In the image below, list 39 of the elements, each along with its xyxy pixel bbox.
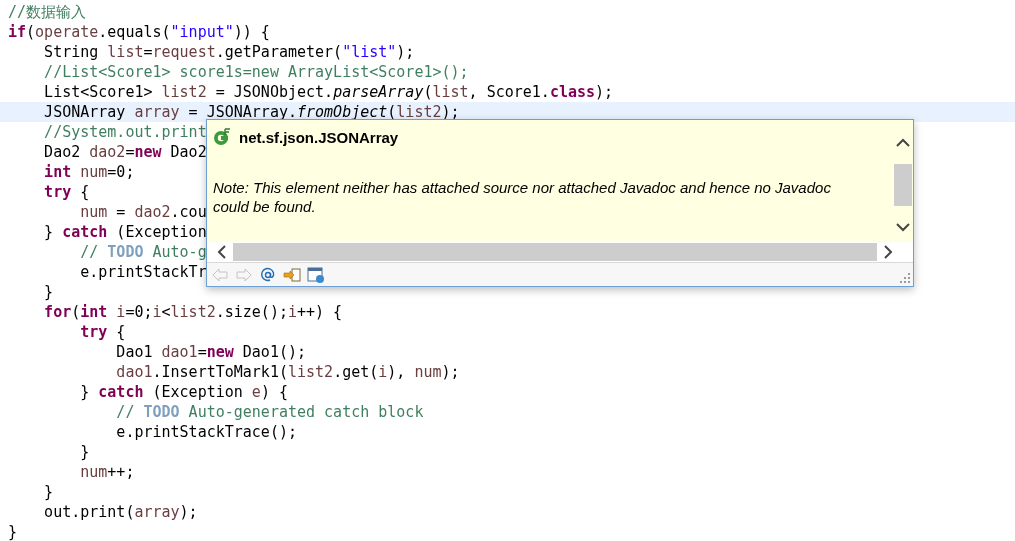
- code-line: if(operate.equals("input")) {: [7, 22, 270, 42]
- browser-window-icon[interactable]: [307, 265, 325, 284]
- code-line: }: [7, 522, 18, 541]
- code-line: } catch (Exception: [43, 222, 207, 242]
- code-line: // TODO Auto-generated catch block: [115, 402, 424, 422]
- code-line: // TODO Auto-g: [79, 242, 207, 262]
- code-line: //数据输入: [7, 2, 87, 22]
- horizontal-scrollbar[interactable]: [207, 242, 913, 262]
- javadoc-note: Note: This element neither has attached source nor attached Javadoc and hence no Javadoc could be found.: [213, 178, 832, 216]
- code-line: Dao1 dao1=new Dao1();: [115, 342, 307, 362]
- code-line: Dao2 dao2=new Dao2: [43, 142, 207, 162]
- code-line: } catch (Exception e) {: [79, 382, 288, 402]
- class-icon: [213, 128, 231, 146]
- at-sign-icon[interactable]: [259, 265, 277, 284]
- code-line: dao1.InsertToMark1(list2.get(i), num);: [115, 362, 460, 382]
- code-line: }: [43, 282, 54, 302]
- scroll-left-icon[interactable]: [217, 245, 227, 259]
- popup-title: net.sf.json.JSONArray: [239, 128, 399, 146]
- code-line: }: [43, 482, 54, 502]
- scroll-down-icon[interactable]: [896, 222, 910, 232]
- vertical-scrollbar[interactable]: [893, 120, 913, 242]
- code-line: for(int i=0;i<list2.size();i++) {: [43, 302, 343, 322]
- code-line: //System.out.print: [43, 122, 207, 142]
- code-line: }: [79, 442, 90, 462]
- code-line: e.printStackTr: [79, 262, 207, 282]
- code-line: e.printStackTrace();: [115, 422, 297, 442]
- code-line: List<Score1> list2 = JSONObject.parseArray(list, Score1.class);: [43, 82, 614, 102]
- code-line: out.print(array);: [43, 502, 198, 522]
- scroll-up-icon[interactable]: [896, 138, 910, 148]
- code-line: try {: [43, 182, 90, 202]
- scroll-right-icon[interactable]: [883, 245, 893, 259]
- code-line: num = dao2.cou: [79, 202, 207, 222]
- code-line: //List<Score1> score1s=new ArrayList<Score1>();: [43, 62, 469, 82]
- open-declaration-icon[interactable]: [283, 265, 301, 284]
- code-line: int num=0;: [43, 162, 135, 182]
- code-line: try {: [79, 322, 126, 342]
- code-line: num++;: [79, 462, 135, 482]
- code-line: String list=request.getParameter("list");: [43, 42, 415, 62]
- resize-grip-icon[interactable]: [900, 273, 910, 283]
